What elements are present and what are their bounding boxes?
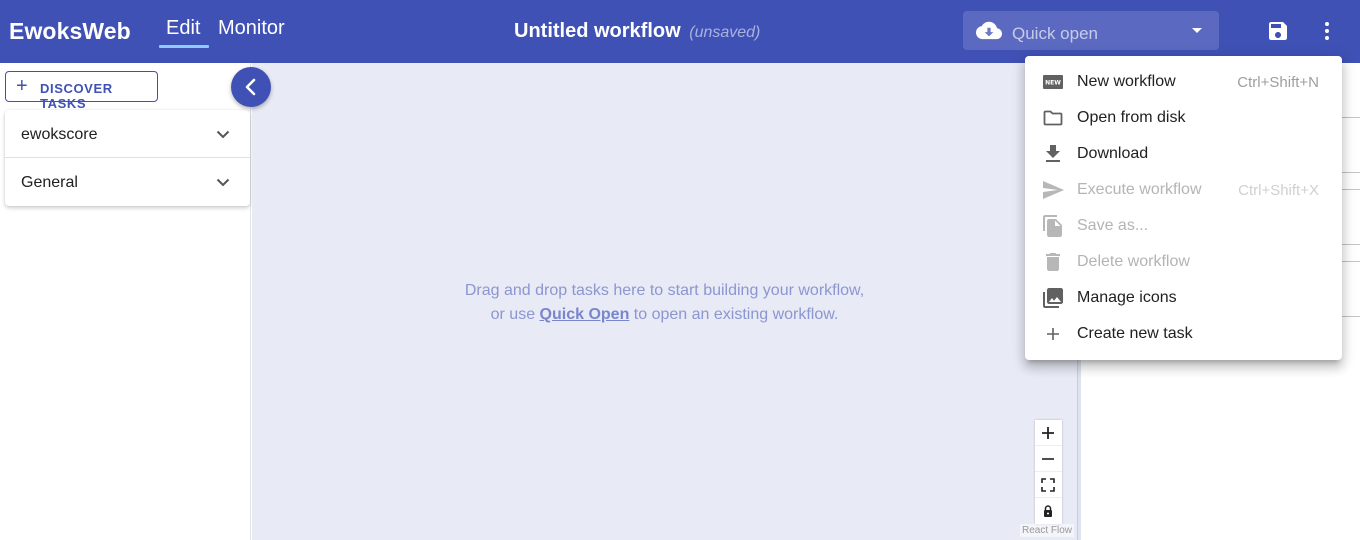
react-flow-attribution[interactable]: React Flow xyxy=(1020,524,1075,537)
menu-shortcut: Ctrl+Shift+N xyxy=(1237,74,1319,91)
chevron-down-icon xyxy=(216,178,230,187)
plus-icon: + xyxy=(16,75,28,97)
send-icon xyxy=(1043,181,1064,199)
menu-label: Save as... xyxy=(1077,217,1149,234)
folder-icon xyxy=(1043,110,1063,126)
workflow-canvas[interactable]: Drag and drop tasks here to start buildi… xyxy=(252,63,1077,540)
app-bar: EwoksWeb Edit Monitor Untitled workflow … xyxy=(0,0,1360,63)
zoom-in-button[interactable] xyxy=(1035,420,1062,446)
lock-button[interactable] xyxy=(1035,498,1062,524)
menu-item-delete-workflow: Delete workflow xyxy=(1025,244,1342,280)
workflow-title: Untitled workflow (unsaved) xyxy=(514,20,760,43)
menu-label: Open from disk xyxy=(1077,109,1186,126)
quick-open-link[interactable]: Quick Open xyxy=(540,306,630,323)
discover-tasks-label: DISCOVER TASKS xyxy=(40,81,113,111)
menu-label: Delete workflow xyxy=(1077,253,1190,270)
zoom-out-button[interactable] xyxy=(1035,446,1062,472)
collapse-sidebar-button[interactable] xyxy=(231,67,271,107)
lock-icon xyxy=(1044,505,1052,517)
quick-open-label: Quick open xyxy=(1012,24,1098,43)
new-icon: NEW xyxy=(1043,75,1063,89)
hint-prefix: or use xyxy=(490,306,536,323)
workflow-unsaved-status: (unsaved) xyxy=(689,24,761,41)
tab-edit[interactable]: Edit xyxy=(166,17,200,40)
discover-tasks-button[interactable]: + DISCOVER TASKS xyxy=(5,71,158,111)
empty-canvas-hint: Drag and drop tasks here to start buildi… xyxy=(252,279,1077,327)
hint-suffix: to open an existing workflow. xyxy=(633,306,839,323)
download-icon xyxy=(1046,145,1060,162)
fit-view-icon xyxy=(1041,478,1055,492)
workflow-title-text: Untitled workflow xyxy=(514,20,681,42)
hint-line-2: or use Quick Open to open an existing wo… xyxy=(252,303,1077,327)
category-label: General xyxy=(21,174,78,191)
menu-item-create-new-task[interactable]: Create new task xyxy=(1025,316,1342,352)
save-icon[interactable] xyxy=(1266,19,1290,43)
category-ewokscore[interactable]: ewokscore xyxy=(5,110,250,158)
menu-item-new-workflow[interactable]: NEW New workflow Ctrl+Shift+N xyxy=(1025,64,1342,100)
chevron-left-icon xyxy=(245,78,256,96)
tab-monitor[interactable]: Monitor xyxy=(218,17,285,40)
menu-item-save-as: Save as... xyxy=(1025,208,1342,244)
menu-label: Download xyxy=(1077,145,1149,162)
menu-item-manage-icons[interactable]: Manage icons xyxy=(1025,280,1342,316)
fit-view-button[interactable] xyxy=(1035,472,1062,498)
category-general[interactable]: General xyxy=(5,158,250,206)
svg-text:NEW: NEW xyxy=(1045,80,1061,87)
images-icon xyxy=(1043,288,1063,308)
menu-label: Execute workflow xyxy=(1077,181,1202,198)
flow-controls xyxy=(1035,420,1062,524)
menu-item-download[interactable]: Download xyxy=(1025,136,1342,172)
task-category-list: ewokscore General xyxy=(5,110,250,206)
menu-item-open-from-disk[interactable]: Open from disk xyxy=(1025,100,1342,136)
plus-icon xyxy=(1047,328,1059,340)
more-vert-icon[interactable] xyxy=(1315,19,1339,43)
menu-shortcut: Ctrl+Shift+X xyxy=(1238,182,1319,199)
hint-line-1: Drag and drop tasks here to start buildi… xyxy=(464,282,865,299)
quick-open-select[interactable]: Quick open xyxy=(963,11,1219,50)
copy-icon xyxy=(1043,215,1062,237)
menu-label: Manage icons xyxy=(1077,289,1177,306)
app-brand[interactable]: EwoksWeb xyxy=(9,18,131,45)
menu-label: New workflow xyxy=(1077,73,1176,90)
cloud-download-icon xyxy=(976,21,1002,40)
chevron-down-icon xyxy=(1192,28,1202,33)
trash-icon xyxy=(1046,253,1060,271)
workflow-menu: NEW New workflow Ctrl+Shift+N Open from … xyxy=(1025,56,1342,360)
menu-item-execute-workflow: Execute workflow Ctrl+Shift+X xyxy=(1025,172,1342,208)
plus-icon xyxy=(1042,427,1054,439)
category-label: ewokscore xyxy=(21,126,98,143)
menu-label: Create new task xyxy=(1077,325,1193,342)
minus-icon xyxy=(1042,458,1054,460)
task-sidebar: + DISCOVER TASKS ewokscore General xyxy=(0,63,251,540)
active-tab-indicator xyxy=(159,45,209,48)
chevron-down-icon xyxy=(216,130,230,139)
